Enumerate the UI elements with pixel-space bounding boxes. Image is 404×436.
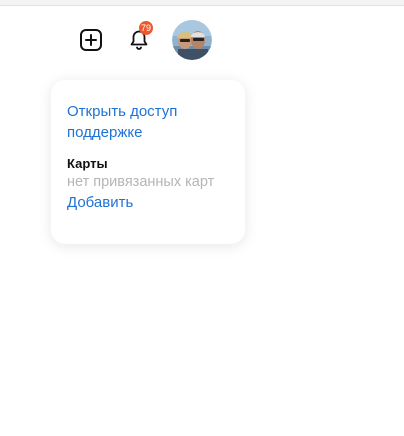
add-button[interactable] (76, 25, 106, 55)
add-card-link[interactable]: Добавить (67, 192, 229, 213)
cards-empty-text: нет привязанных карт (67, 174, 215, 190)
user-avatar-photo (172, 20, 212, 60)
header-actions: 79 (76, 18, 212, 62)
notification-badge: 79 (139, 21, 153, 35)
plus-square-icon (80, 29, 102, 51)
top-border (0, 0, 404, 6)
support-access-link[interactable]: Открыть доступ поддержке (67, 101, 227, 143)
cards-heading: Карты (67, 156, 108, 171)
notifications-button[interactable]: 79 (124, 21, 154, 55)
profile-dropdown-menu: Открыть доступ поддержке Карты нет привя… (51, 80, 245, 244)
avatar[interactable] (172, 20, 212, 60)
